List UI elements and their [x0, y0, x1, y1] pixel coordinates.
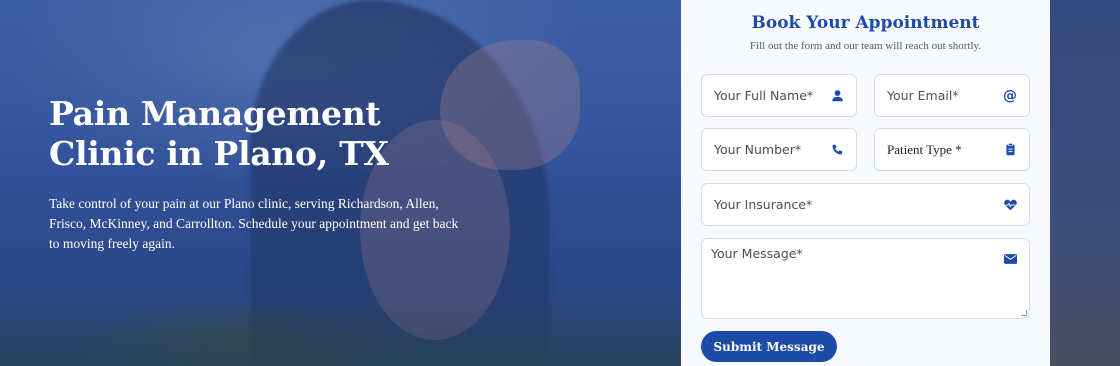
patient-type-select[interactable]: Patient Type * [874, 128, 1030, 171]
patient-type-value: Patient Type * [887, 141, 962, 157]
textarea-resize-handle[interactable] [1021, 310, 1027, 316]
email-placeholder: Your Email* [887, 88, 959, 103]
clipboard-icon [1003, 143, 1017, 157]
message-placeholder: Your Message* [711, 246, 803, 261]
hero-text: Pain Management Clinic in Plano, TX Take… [49, 94, 469, 254]
phone-number-field[interactable]: Your Number* [701, 128, 857, 171]
form-subtitle: Fill out the form and our team will reac… [749, 40, 982, 52]
full-name-placeholder: Your Full Name* [714, 88, 814, 103]
appointment-form: Book Your Appointment Fill out the form … [681, 0, 1050, 366]
form-title: Book Your Appointment [751, 13, 980, 33]
insurance-placeholder: Your Insurance* [714, 197, 813, 212]
heart-pulse-icon [1003, 198, 1017, 212]
phone-number-placeholder: Your Number* [714, 142, 802, 157]
hero-ground [0, 300, 680, 366]
hero-title-line1: Pain Management [49, 94, 381, 133]
envelope-icon [1003, 252, 1017, 266]
hero-title-line2: Clinic in Plano, TX [49, 134, 389, 173]
full-name-field[interactable]: Your Full Name* [701, 74, 857, 117]
email-field[interactable]: Your Email* @ [874, 74, 1030, 117]
submit-message-button[interactable]: Submit Message [701, 331, 837, 362]
hero-title: Pain Management Clinic in Plano, TX [49, 94, 469, 174]
hero-description: Take control of your pain at our Plano c… [49, 196, 459, 251]
phone-icon [830, 143, 844, 157]
insurance-field[interactable]: Your Insurance* [701, 183, 1030, 226]
user-icon [830, 89, 844, 103]
hero-right-edge [1050, 0, 1120, 366]
message-textarea[interactable]: Your Message* [701, 238, 1030, 319]
at-icon: @ [1003, 87, 1017, 104]
